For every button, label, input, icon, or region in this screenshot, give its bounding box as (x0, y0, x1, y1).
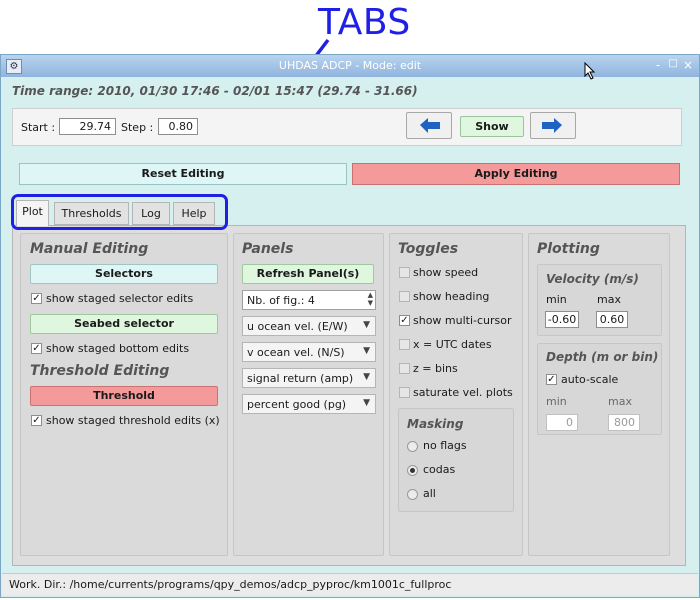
z-bins-label: z = bins (413, 362, 458, 375)
show-multi-cursor-checkbox[interactable]: ✓ (399, 315, 410, 326)
show-staged-threshold-label: show staged threshold edits (x) (46, 414, 220, 427)
velocity-min-field[interactable]: -0.60 (545, 311, 579, 328)
apply-editing-button[interactable]: Apply Editing (352, 163, 680, 185)
reset-editing-button[interactable]: Reset Editing (19, 163, 347, 185)
depth-heading: Depth (m or bin) (546, 350, 659, 364)
panel-2-select-value: v ocean vel. (N/S) (247, 346, 345, 359)
panel-3-select[interactable]: signal return (amp) ▼ (242, 368, 376, 388)
saturate-vel-label: saturate vel. plots (413, 386, 513, 399)
panel-4-select-value: percent good (pg) (247, 398, 347, 411)
utc-dates-checkbox[interactable] (399, 339, 410, 350)
threshold-editing-heading: Threshold Editing (30, 363, 170, 379)
start-field[interactable]: 29.74 (59, 118, 116, 135)
show-staged-selector-checkbox[interactable]: ✓ (31, 293, 42, 304)
saturate-vel-checkbox[interactable] (399, 387, 410, 398)
nb-of-fig-spinbox[interactable]: Nb. of fig.: 4 ▲ ▼ (242, 290, 376, 310)
velocity-min-label: min (546, 293, 567, 306)
close-icon[interactable]: × (682, 58, 694, 72)
spin-arrows-icon[interactable]: ▲ ▼ (368, 291, 373, 307)
start-label: Start : (21, 121, 56, 134)
chevron-down-icon: ▼ (363, 372, 370, 382)
panel-1-select[interactable]: u ocean vel. (E/W) ▼ (242, 316, 376, 336)
next-button[interactable] (530, 112, 576, 139)
show-staged-threshold-checkbox[interactable]: ✓ (31, 415, 42, 426)
maximize-icon[interactable]: □ (667, 58, 679, 69)
masking-heading: Masking (407, 417, 464, 431)
utc-dates-label: x = UTC dates (413, 338, 492, 351)
all-radio[interactable] (407, 489, 418, 500)
mouse-cursor-icon (584, 62, 596, 80)
show-heading-label: show heading (413, 290, 490, 303)
show-multi-cursor-label: show multi-cursor (413, 314, 512, 327)
velocity-max-field[interactable]: 0.60 (596, 311, 628, 328)
chevron-down-icon: ▼ (363, 320, 370, 330)
arrow-right-icon (542, 118, 562, 133)
no-flags-radio[interactable] (407, 441, 418, 452)
seabed-selector-button[interactable]: Seabed selector (30, 314, 218, 334)
refresh-panels-button[interactable]: Refresh Panel(s) (242, 264, 374, 284)
depth-max-label: max (608, 395, 632, 408)
toggles-heading: Toggles (398, 241, 459, 257)
show-button[interactable]: Show (460, 116, 524, 137)
z-bins-checkbox[interactable] (399, 363, 410, 374)
velocity-heading: Velocity (m/s) (546, 272, 639, 286)
auto-scale-checkbox[interactable]: ✓ (546, 374, 557, 385)
plotting-heading: Plotting (537, 241, 600, 257)
panels-heading: Panels (242, 241, 294, 257)
codas-label: codas (423, 463, 456, 476)
panel-3-select-value: signal return (amp) (247, 372, 354, 385)
all-label: all (423, 487, 436, 500)
nb-of-fig-value: Nb. of fig.: 4 (247, 294, 315, 307)
previous-button[interactable] (406, 112, 452, 139)
chevron-down-icon: ▼ (363, 398, 370, 408)
show-speed-label: show speed (413, 266, 479, 279)
time-range-label: Time range: 2010, 01/30 17:46 - 02/01 15… (12, 84, 418, 98)
show-speed-checkbox[interactable] (399, 267, 410, 278)
tabs-highlight-annotation (11, 194, 228, 230)
show-staged-bottom-checkbox[interactable]: ✓ (31, 343, 42, 354)
velocity-max-label: max (597, 293, 621, 306)
panel-2-select[interactable]: v ocean vel. (N/S) ▼ (242, 342, 376, 362)
minimize-icon[interactable]: - (652, 58, 664, 72)
no-flags-label: no flags (423, 439, 467, 452)
show-staged-selector-label: show staged selector edits (46, 292, 194, 305)
app-icon[interactable]: ⚙ (6, 59, 22, 74)
depth-max-field[interactable]: 800 (608, 414, 640, 431)
show-heading-checkbox[interactable] (399, 291, 410, 302)
panel-1-select-value: u ocean vel. (E/W) (247, 320, 348, 333)
depth-min-label: min (546, 395, 567, 408)
chevron-down-icon: ▼ (363, 346, 370, 356)
selectors-button[interactable]: Selectors (30, 264, 218, 284)
arrow-left-icon (420, 118, 440, 133)
threshold-button[interactable]: Threshold (30, 386, 218, 406)
depth-min-field[interactable]: 0 (546, 414, 578, 431)
show-staged-bottom-label: show staged bottom edits (46, 342, 190, 355)
step-field[interactable]: 0.80 (158, 118, 198, 135)
status-bar: Work. Dir.: /home/currents/programs/qpy_… (2, 573, 698, 595)
codas-radio[interactable] (407, 465, 418, 476)
panel-4-select[interactable]: percent good (pg) ▼ (242, 394, 376, 414)
manual-editing-heading: Manual Editing (30, 241, 149, 257)
auto-scale-label: auto-scale (561, 373, 619, 386)
step-label: Step : (121, 121, 154, 134)
